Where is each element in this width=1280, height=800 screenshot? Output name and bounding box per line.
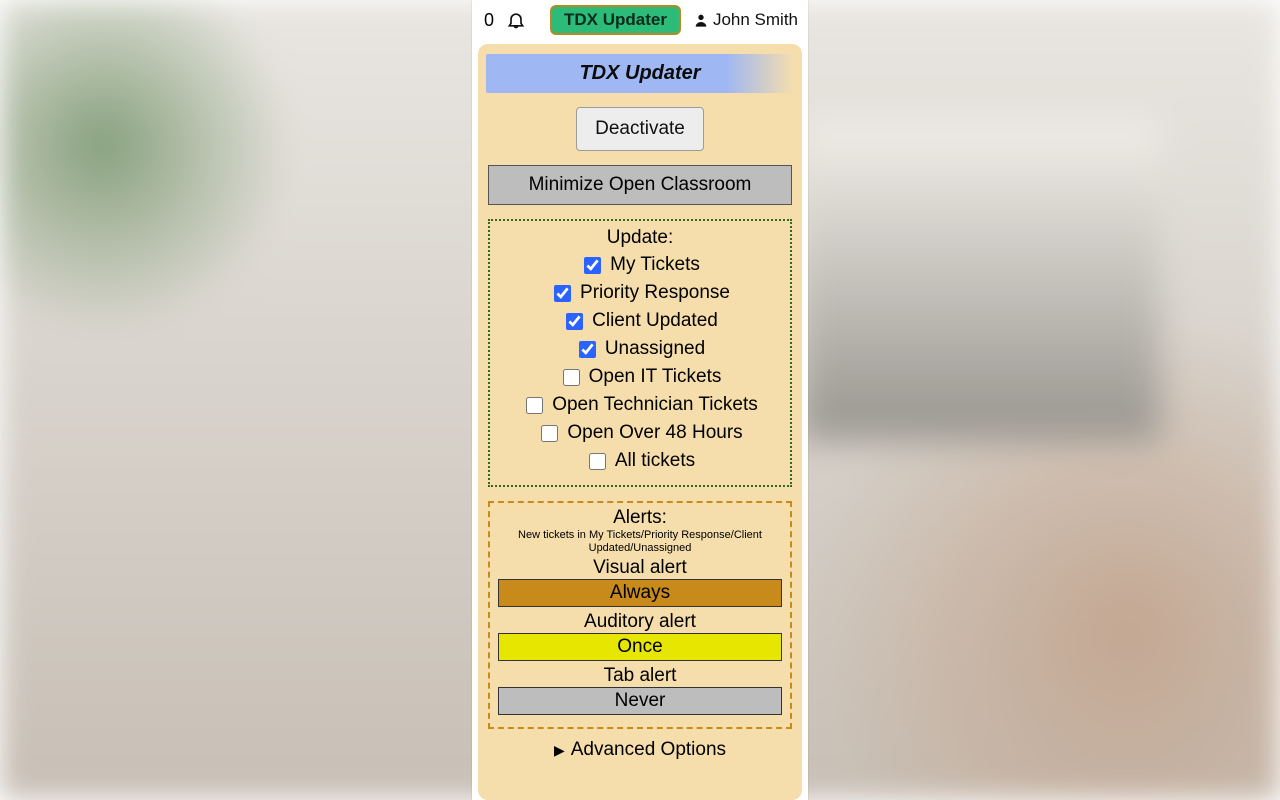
tdx-updater-pill[interactable]: TDX Updater bbox=[550, 5, 681, 35]
app-column: 0 TDX Updater John Smith TDX Updater Dea… bbox=[472, 0, 808, 800]
notification-count: 0 bbox=[482, 10, 496, 31]
update-option-0[interactable]: My Tickets bbox=[494, 251, 786, 279]
main-panel: TDX Updater Deactivate Minimize Open Cla… bbox=[478, 44, 802, 800]
update-option-3[interactable]: Unassigned bbox=[494, 335, 786, 363]
panel-title: TDX Updater bbox=[486, 54, 794, 93]
update-option-4[interactable]: Open IT Tickets bbox=[494, 363, 786, 391]
visual-alert-label: Visual alert bbox=[496, 557, 784, 579]
update-header: Update: bbox=[494, 227, 786, 249]
update-option-7[interactable]: All tickets bbox=[494, 447, 786, 475]
update-option-6[interactable]: Open Over 48 Hours bbox=[494, 419, 786, 447]
update-label-4: Open IT Tickets bbox=[589, 363, 722, 391]
update-checkbox-3[interactable] bbox=[579, 341, 596, 358]
update-section: Update: My TicketsPriority ResponseClien… bbox=[488, 219, 792, 487]
advanced-options-label: Advanced Options bbox=[571, 739, 726, 761]
update-option-5[interactable]: Open Technician Tickets bbox=[494, 391, 786, 419]
alerts-subtitle: New tickets in My Tickets/Priority Respo… bbox=[496, 529, 784, 555]
update-checkbox-6[interactable] bbox=[541, 425, 558, 442]
minimize-open-classroom-button[interactable]: Minimize Open Classroom bbox=[488, 165, 792, 205]
bell-icon[interactable] bbox=[506, 10, 526, 30]
update-label-6: Open Over 48 Hours bbox=[567, 419, 742, 447]
tab-alert-label: Tab alert bbox=[496, 665, 784, 687]
update-checkbox-2[interactable] bbox=[566, 313, 583, 330]
update-label-2: Client Updated bbox=[592, 307, 718, 335]
deactivate-button[interactable]: Deactivate bbox=[576, 107, 704, 151]
update-checkbox-7[interactable] bbox=[589, 453, 606, 470]
update-checkbox-5[interactable] bbox=[526, 397, 543, 414]
update-checkbox-1[interactable] bbox=[554, 285, 571, 302]
advanced-options-toggle[interactable]: ▶ Advanced Options bbox=[486, 739, 794, 761]
auditory-alert-button[interactable]: Once bbox=[498, 633, 782, 661]
update-checkbox-4[interactable] bbox=[563, 369, 580, 386]
update-option-1[interactable]: Priority Response bbox=[494, 279, 786, 307]
update-label-3: Unassigned bbox=[605, 335, 705, 363]
user-icon bbox=[693, 12, 709, 28]
update-option-2[interactable]: Client Updated bbox=[494, 307, 786, 335]
user-name: John Smith bbox=[713, 10, 798, 30]
top-bar: 0 TDX Updater John Smith bbox=[472, 0, 808, 40]
update-label-1: Priority Response bbox=[580, 279, 730, 307]
update-label-5: Open Technician Tickets bbox=[552, 391, 758, 419]
update-label-7: All tickets bbox=[615, 447, 695, 475]
visual-alert-button[interactable]: Always bbox=[498, 579, 782, 607]
user-display[interactable]: John Smith bbox=[693, 10, 798, 30]
alerts-header: Alerts: bbox=[496, 507, 784, 529]
tab-alert-button[interactable]: Never bbox=[498, 687, 782, 715]
alerts-section: Alerts: New tickets in My Tickets/Priori… bbox=[488, 501, 792, 729]
update-label-0: My Tickets bbox=[610, 251, 700, 279]
update-checkbox-0[interactable] bbox=[584, 257, 601, 274]
triangle-right-icon: ▶ bbox=[554, 742, 565, 759]
auditory-alert-label: Auditory alert bbox=[496, 611, 784, 633]
